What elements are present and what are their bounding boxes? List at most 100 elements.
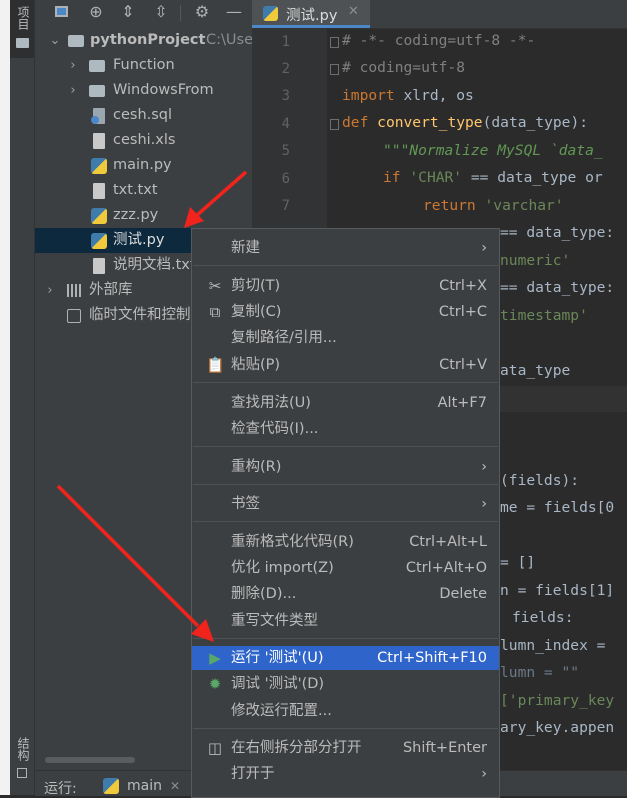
- tree-item-label: cesh.sql: [113, 107, 173, 123]
- expand-all-icon[interactable]: ⇕: [118, 2, 138, 22]
- tree-item-label: txt.txt: [113, 182, 158, 198]
- menu-item-label: 修改运行配置...: [231, 703, 332, 719]
- line-number: 6: [281, 171, 290, 187]
- tree-item-windowsfrom[interactable]: › WindowsFrom: [35, 78, 252, 103]
- chevron-right-icon: ›: [481, 240, 487, 256]
- fold-marker-icon[interactable]: [330, 37, 339, 48]
- menu-item-copy-path[interactable]: 复制路径/引用...: [192, 326, 499, 350]
- menu-shortcut: Ctrl+C: [438, 304, 487, 320]
- menu-item-new[interactable]: 新建 ›: [192, 236, 499, 260]
- menu-item-label: 优化 import(Z): [231, 560, 334, 576]
- context-menu: 新建 › ✂ 剪切(T) Ctrl+X ⧉ 复制(C) Ctrl+C 复制路径/引用...…: [191, 228, 500, 798]
- close-tab-icon[interactable]: ✕: [348, 4, 359, 19]
- folder-icon: [68, 35, 84, 47]
- minimize-icon[interactable]: —: [224, 2, 244, 22]
- tree-item-cesh-sql[interactable]: cesh.sql: [35, 103, 252, 128]
- menu-item-paste[interactable]: 📋 粘贴(P) Ctrl+V: [192, 353, 499, 377]
- tree-item-label: zzz.py: [113, 207, 159, 223]
- tree-root-row[interactable]: ⌄ pythonProject C:\Use: [35, 28, 252, 53]
- scratches-icon: [67, 309, 81, 323]
- chevron-down-icon[interactable]: ⌄: [49, 28, 61, 53]
- horizontal-scrollbar[interactable]: [45, 757, 135, 763]
- menu-item-reformat[interactable]: 重新格式化代码(R) Ctrl+Alt+L: [192, 530, 499, 554]
- scissors-icon: ✂: [208, 277, 222, 295]
- run-tab-main[interactable]: main: [127, 778, 162, 794]
- code-keyword: if: [383, 169, 401, 186]
- tree-item-main-py[interactable]: main.py: [35, 153, 252, 178]
- left-tool-strip: 项目 结构: [10, 0, 35, 795]
- menu-separator: [193, 484, 498, 485]
- tree-item-label: 临时文件和控制: [89, 307, 191, 323]
- fold-marker-icon[interactable]: [330, 119, 339, 130]
- project-tool-tab[interactable]: 项目: [10, 0, 34, 58]
- menu-item-optimize-imports[interactable]: 优化 import(Z) Ctrl+Alt+O: [192, 556, 499, 580]
- chevron-right-icon[interactable]: ›: [67, 53, 79, 78]
- menu-item-cut[interactable]: ✂ 剪切(T) Ctrl+X: [192, 274, 499, 298]
- menu-item-split-open[interactable]: ◫ 在右侧拆分部分打开 Shift+Enter: [192, 736, 499, 760]
- tree-item-zzz-py[interactable]: zzz.py: [35, 203, 252, 228]
- gear-icon[interactable]: ⚙: [192, 2, 212, 22]
- panel-view-icon[interactable]: [51, 2, 71, 22]
- menu-item-debug[interactable]: ✹ 调试 '测试'(D): [192, 672, 499, 696]
- editor-tab-active[interactable]: 测试.py ✕: [252, 0, 370, 28]
- code-string: 'CHAR': [409, 169, 463, 186]
- text-file-icon: [93, 258, 105, 274]
- collapse-all-icon[interactable]: ⇳: [151, 2, 171, 22]
- line-number: 7: [281, 198, 290, 214]
- code-line: timestamp': [500, 307, 588, 324]
- code-line: if 'CHAR' == data_type or: [383, 169, 603, 186]
- project-toolbar: ⊕ ⇕ ⇳ ⚙ —: [35, 0, 252, 26]
- menu-shortcut: Ctrl+V: [439, 357, 487, 373]
- chevron-right-icon: ›: [481, 459, 487, 475]
- menu-item-label: 检查代码(I)...: [231, 421, 319, 437]
- code-line: return 'varchar': [423, 197, 564, 214]
- tree-item-function[interactable]: › Function: [35, 53, 252, 78]
- tree-item-label: ceshi.xls: [113, 132, 176, 148]
- menu-item-inspect[interactable]: 检查代码(I)...: [192, 417, 499, 441]
- menu-item-copy[interactable]: ⧉ 复制(C) Ctrl+C: [192, 300, 499, 324]
- window-edge: [0, 0, 10, 795]
- menu-item-modify-run-config[interactable]: 修改运行配置...: [192, 699, 499, 723]
- bug-icon: ✹: [208, 675, 222, 693]
- run-label: 运行:: [44, 781, 77, 797]
- toolbar-divider: [180, 5, 181, 21]
- structure-tool-tab[interactable]: 结构: [10, 735, 34, 785]
- chevron-right-icon[interactable]: ›: [67, 78, 79, 103]
- line-number: 4: [281, 116, 290, 132]
- tree-item-label: 外部库: [89, 282, 133, 298]
- sql-badge-icon: [91, 116, 99, 124]
- menu-item-refactor[interactable]: 重构(R) ›: [192, 455, 499, 479]
- folder-icon: [16, 38, 29, 48]
- copy-icon: ⧉: [209, 303, 221, 321]
- menu-item-delete[interactable]: 删除(D)... Delete: [192, 582, 499, 606]
- menu-item-run[interactable]: ▶ 运行 '测试'(U) Ctrl+Shift+F10: [192, 646, 499, 670]
- menu-shortcut: Shift+Enter: [402, 740, 487, 756]
- structure-icon: [17, 768, 27, 778]
- chevron-right-icon: ›: [481, 766, 487, 782]
- tree-item-ceshi-xls[interactable]: ceshi.xls: [35, 128, 252, 153]
- menu-shortcut: Delete: [439, 586, 487, 602]
- tree-item-label: Function: [113, 57, 175, 73]
- structure-tool-tab-label: 结构: [16, 737, 30, 761]
- menu-item-label: 重新格式化代码(R): [231, 534, 354, 550]
- menu-item-label: 复制路径/引用...: [231, 330, 337, 346]
- menu-item-bookmarks[interactable]: 书签 ›: [192, 492, 499, 516]
- tree-item-label: 测试.py: [113, 232, 165, 248]
- locate-icon[interactable]: ⊕: [86, 2, 106, 22]
- fold-marker-icon[interactable]: [330, 64, 339, 75]
- chevron-right-icon[interactable]: ›: [44, 278, 56, 303]
- menu-item-find-usages[interactable]: 查找用法(U) Alt+F7: [192, 391, 499, 415]
- close-tab-icon[interactable]: ✕: [170, 779, 180, 793]
- menu-item-open-in[interactable]: 打开于 ›: [192, 762, 499, 786]
- tree-item-txt-txt[interactable]: txt.txt: [35, 178, 252, 203]
- code-string: 'varchar': [484, 197, 564, 214]
- text-file-icon: [93, 183, 105, 199]
- code-keyword: def: [342, 114, 369, 131]
- menu-shortcut: Ctrl+Alt+L: [409, 534, 487, 550]
- menu-item-override-file-type[interactable]: 重写文件类型: [192, 609, 499, 633]
- python-icon: [103, 778, 119, 794]
- menu-separator: [193, 446, 498, 447]
- code-line: (fields):: [500, 472, 580, 489]
- chevron-right-icon: ›: [481, 496, 487, 512]
- code-text: == data_type or: [462, 169, 603, 186]
